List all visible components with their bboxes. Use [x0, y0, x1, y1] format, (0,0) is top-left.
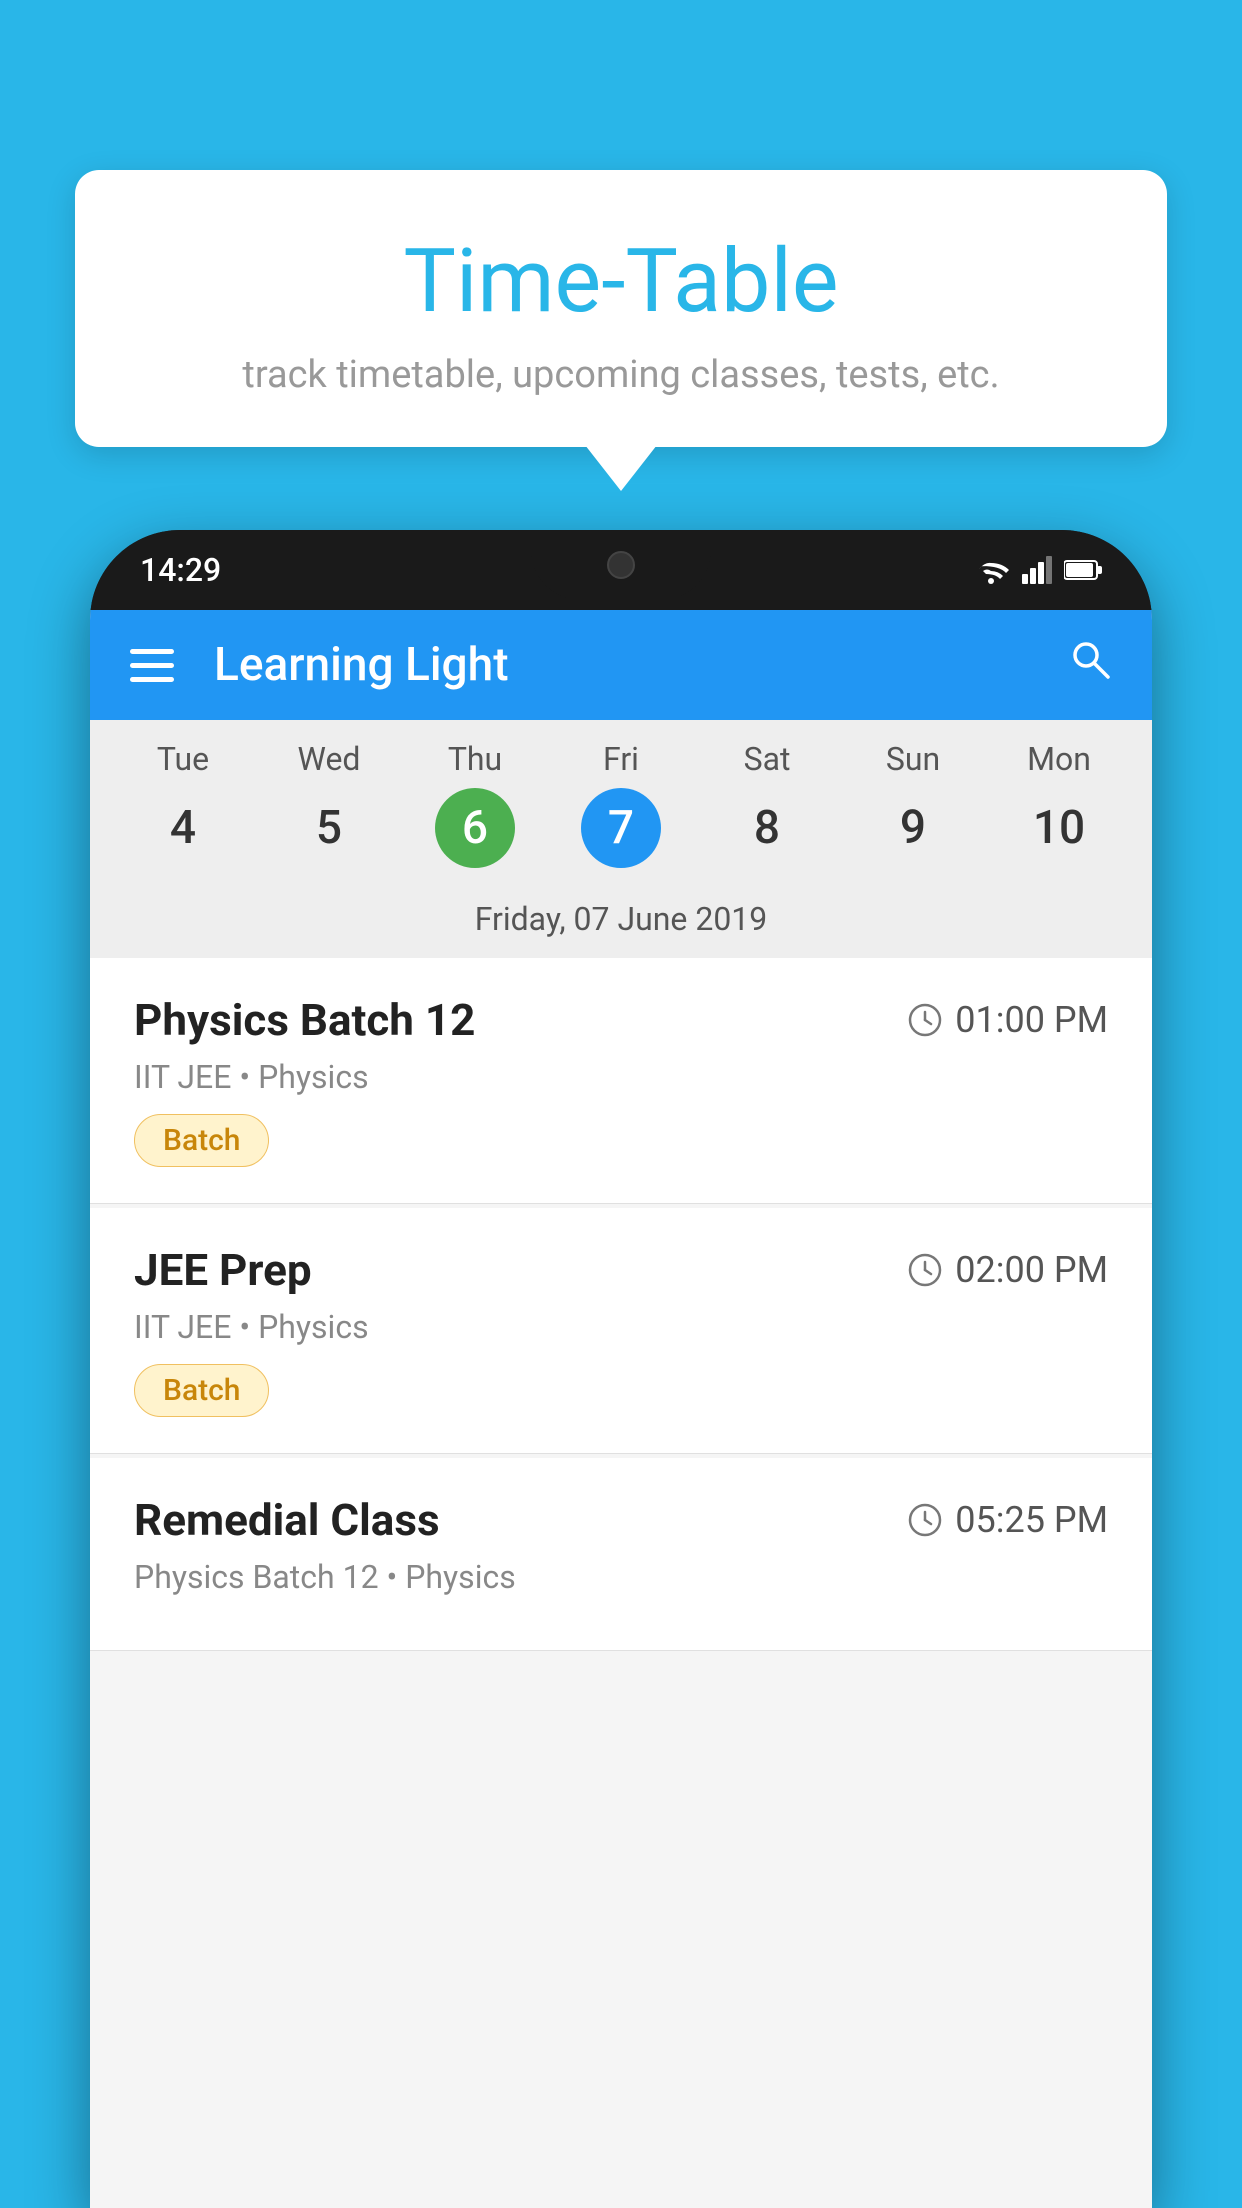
battery-icon — [1064, 559, 1102, 581]
event-card[interactable]: Physics Batch 12 01:00 PM IIT JEE • Physic… — [90, 958, 1152, 1204]
calendar-day-mon[interactable]: Mon 10 — [999, 740, 1119, 868]
days-row: Tue 4 Wed 5 Thu 6 Fri 7 Sat 8 Sun 9 Mon 10 — [90, 740, 1152, 868]
event-time-text: 01:00 PM — [955, 999, 1108, 1041]
event-meta: Physics Batch 12 • Physics — [134, 1558, 1108, 1596]
event-time-text: 02:00 PM — [955, 1249, 1108, 1291]
day-name: Sat — [744, 740, 791, 778]
wifi-icon — [972, 556, 1010, 584]
event-header: Remedial Class 05:25 PM — [134, 1494, 1108, 1546]
day-name: Thu — [448, 740, 502, 778]
event-meta: IIT JEE • Physics — [134, 1058, 1108, 1096]
phone-screen: Learning Light Tue4Wed5Thu6Fri7Sat8Sun9M… — [90, 610, 1152, 2208]
clock-icon — [907, 1502, 943, 1538]
event-header: JEE Prep 02:00 PM — [134, 1244, 1108, 1296]
search-button[interactable] — [1068, 637, 1112, 693]
app-title: Learning Light — [214, 638, 1068, 692]
app-bar: Learning Light — [90, 610, 1152, 720]
status-icons — [972, 556, 1102, 584]
day-number: 8 — [727, 788, 807, 868]
tooltip-title: Time-Table — [135, 230, 1107, 333]
event-title: Remedial Class — [134, 1494, 440, 1546]
event-card[interactable]: JEE Prep 02:00 PM IIT JEE • Physics Batch — [90, 1208, 1152, 1454]
event-time: 05:25 PM — [907, 1499, 1108, 1541]
event-time: 02:00 PM — [907, 1249, 1108, 1291]
calendar-day-sun[interactable]: Sun 9 — [853, 740, 973, 868]
status-bar: 14:29 — [90, 530, 1152, 610]
day-number: 7 — [581, 788, 661, 868]
event-title: Physics Batch 12 — [134, 994, 475, 1046]
camera — [607, 551, 635, 579]
clock-icon — [907, 1252, 943, 1288]
event-meta: IIT JEE • Physics — [134, 1308, 1108, 1346]
calendar-strip: Tue 4 Wed 5 Thu 6 Fri 7 Sat 8 Sun 9 Mon 10 Friday, 07… — [90, 720, 1152, 958]
notch — [531, 530, 711, 600]
day-number: 10 — [1019, 788, 1099, 868]
tooltip-subtitle: track timetable, upcoming classes, tests… — [135, 353, 1107, 397]
clock-icon — [907, 1002, 943, 1038]
event-list: Physics Batch 12 01:00 PM IIT JEE • Physic… — [90, 958, 1152, 1651]
tooltip-card: Time-Table track timetable, upcoming cla… — [75, 170, 1167, 447]
day-name: Wed — [298, 740, 361, 778]
event-time-text: 05:25 PM — [955, 1499, 1108, 1541]
batch-badge: Batch — [134, 1114, 269, 1167]
menu-icon[interactable] — [130, 649, 174, 682]
day-name: Mon — [1027, 740, 1091, 778]
status-time: 14:29 — [140, 551, 221, 589]
calendar-day-sat[interactable]: Sat 8 — [707, 740, 827, 868]
calendar-day-fri[interactable]: Fri 7 — [561, 740, 681, 868]
day-name: Fri — [603, 740, 639, 778]
day-number: 4 — [143, 788, 223, 868]
event-title: JEE Prep — [134, 1244, 312, 1296]
day-number: 6 — [435, 788, 515, 868]
batch-badge: Batch — [134, 1364, 269, 1417]
day-name: Tue — [157, 740, 209, 778]
signal-icon — [1022, 556, 1052, 584]
calendar-day-tue[interactable]: Tue 4 — [123, 740, 243, 868]
event-card[interactable]: Remedial Class 05:25 PM Physics Batch 12 •… — [90, 1458, 1152, 1651]
event-time: 01:00 PM — [907, 999, 1108, 1041]
day-name: Sun — [886, 740, 940, 778]
day-number: 9 — [873, 788, 953, 868]
event-header: Physics Batch 12 01:00 PM — [134, 994, 1108, 1046]
phone-mockup: 14:29 — [90, 530, 1152, 2208]
selected-date-label: Friday, 07 June 2019 — [90, 884, 1152, 958]
day-number: 5 — [289, 788, 369, 868]
calendar-day-wed[interactable]: Wed 5 — [269, 740, 389, 868]
calendar-day-thu[interactable]: Thu 6 — [415, 740, 535, 868]
